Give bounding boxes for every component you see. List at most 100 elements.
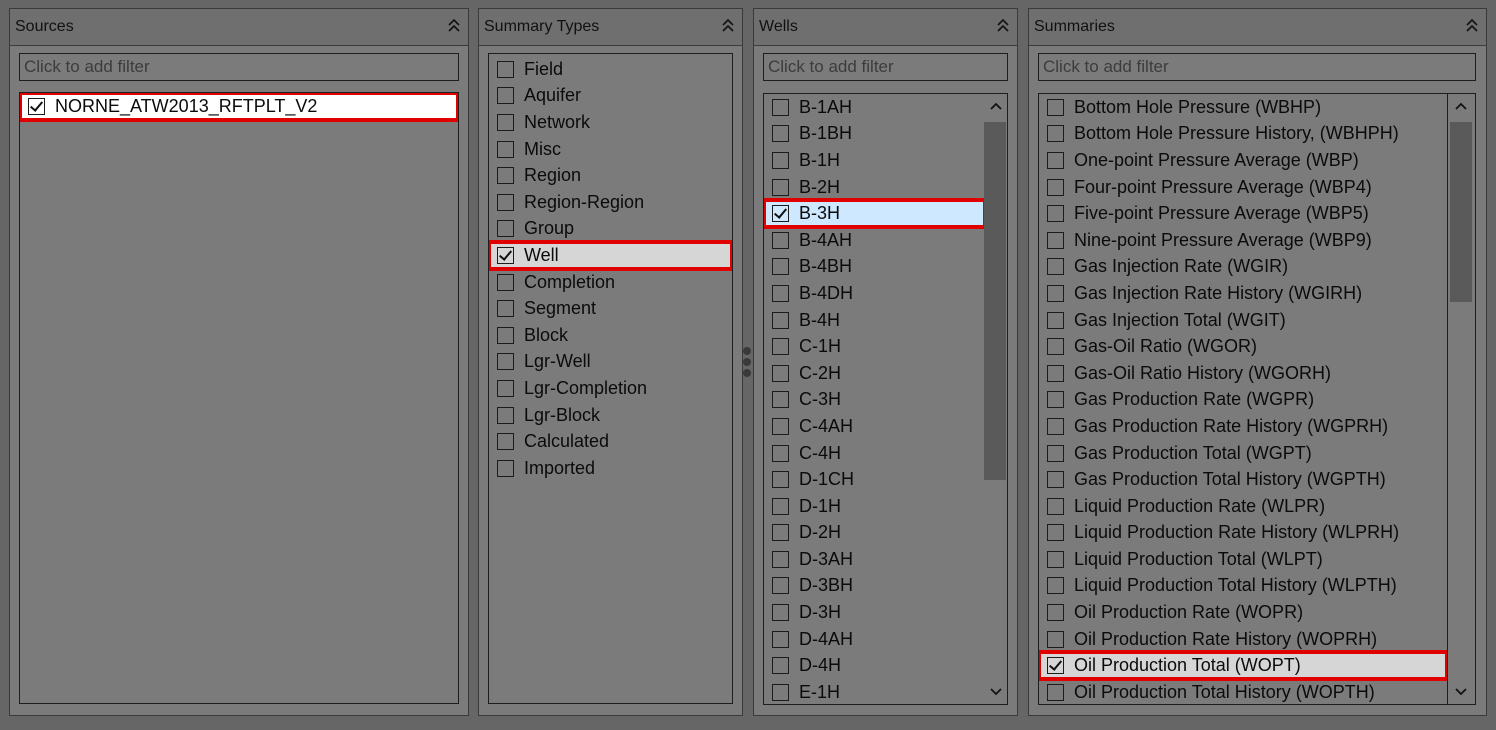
checkbox[interactable] [772,417,789,435]
checkbox[interactable] [772,258,789,276]
checkbox[interactable] [772,311,789,329]
well-item[interactable]: C-2H [764,360,985,387]
checkbox[interactable] [497,87,514,105]
summary-type-item[interactable]: Lgr-Block [489,402,732,429]
checkbox[interactable] [497,433,514,451]
checkbox[interactable] [1047,178,1064,196]
summary-type-item[interactable]: Imported [489,455,732,482]
summary-item[interactable]: Oil Production Rate History (WOPRH) [1039,626,1447,653]
summary-type-item[interactable]: Lgr-Completion [489,375,732,402]
summary-item[interactable]: Gas Injection Total (WGIT) [1039,307,1447,334]
collapse-up-icon[interactable] [720,17,736,35]
well-item[interactable]: C-4AH [764,413,985,440]
summaries-filter-input[interactable] [1038,53,1476,81]
summary-item[interactable]: Liquid Production Total (WLPT) [1039,546,1447,573]
checkbox[interactable] [1047,364,1064,382]
well-item[interactable]: B-4AH [764,227,985,254]
checkbox[interactable] [1047,577,1064,595]
summary-item[interactable]: Five-point Pressure Average (WBP5) [1039,200,1447,227]
checkbox[interactable] [772,364,789,382]
checkbox[interactable] [1047,311,1064,329]
checkbox[interactable] [1047,524,1064,542]
summary-item[interactable]: Bottom Hole Pressure (WBHP) [1039,94,1447,121]
checkbox[interactable] [1047,604,1064,622]
checkbox-checked[interactable] [28,97,45,115]
well-item[interactable]: D-3AH [764,546,985,573]
summary-type-item[interactable]: Network [489,109,732,136]
checkbox[interactable] [1047,338,1064,356]
summary-type-item[interactable]: Field [489,56,732,83]
summary-item[interactable]: Gas Production Rate History (WGPRH) [1039,413,1447,440]
wells-filter-input[interactable] [763,53,1008,81]
summary-item[interactable]: Gas Production Total (WGPT) [1039,440,1447,467]
checkbox[interactable] [497,326,514,344]
checkbox[interactable] [497,353,514,371]
summary-item[interactable]: Liquid Production Rate History (WLPRH) [1039,520,1447,547]
checkbox[interactable] [1047,550,1064,568]
collapse-up-icon[interactable] [995,17,1011,35]
well-item[interactable]: D-3H [764,599,985,626]
summaries-scrollbar[interactable] [1448,93,1476,705]
well-item[interactable]: B-1H [764,147,985,174]
checkbox[interactable] [497,406,514,424]
summary-type-item[interactable]: Block [489,322,732,349]
checkbox[interactable] [497,140,514,158]
well-item[interactable]: C-4H [764,440,985,467]
summary-item[interactable]: One-point Pressure Average (WBP) [1039,147,1447,174]
checkbox[interactable] [772,338,789,356]
checkbox[interactable] [497,60,514,78]
well-item[interactable]: E-1H [764,679,985,704]
checkbox[interactable] [772,231,789,249]
checkbox[interactable] [772,391,789,409]
well-item[interactable]: B-2H [764,174,985,201]
wells-scroll-thumb[interactable] [984,122,1006,480]
checkbox[interactable] [1047,391,1064,409]
checkbox[interactable] [772,178,789,196]
checkbox[interactable] [497,167,514,185]
summary-item[interactable]: Gas Injection Rate History (WGIRH) [1039,280,1447,307]
collapse-up-icon[interactable] [446,17,462,35]
checkbox[interactable] [1047,258,1064,276]
checkbox[interactable] [772,683,789,701]
well-item[interactable]: B-4H [764,307,985,334]
well-item[interactable]: B-3H [764,198,987,229]
summaries-scroll-thumb[interactable] [1450,122,1472,302]
well-item[interactable]: B-1AH [764,94,985,121]
checkbox[interactable] [1047,417,1064,435]
checkbox[interactable] [772,524,789,542]
checkbox[interactable] [497,193,514,211]
checkbox[interactable] [1047,205,1064,223]
summary-type-item[interactable]: Region-Region [489,189,732,216]
summary-type-item[interactable]: Lgr-Well [489,349,732,376]
summary-type-item[interactable]: Completion [489,269,732,296]
well-item[interactable]: C-1H [764,333,985,360]
scroll-down-icon[interactable] [985,680,1007,704]
well-item[interactable]: D-3BH [764,573,985,600]
checkbox[interactable] [497,113,514,131]
summary-item[interactable]: Gas Production Rate (WGPR) [1039,387,1447,414]
checkbox[interactable] [772,630,789,648]
scroll-up-icon[interactable] [1450,94,1472,118]
checkbox-checked[interactable] [772,205,789,223]
collapse-up-icon[interactable] [1464,17,1480,35]
checkbox[interactable] [1047,497,1064,515]
checkbox[interactable] [1047,98,1064,116]
checkbox[interactable] [1047,444,1064,462]
summary-item[interactable]: Bottom Hole Pressure History, (WBHPH) [1039,121,1447,148]
checkbox[interactable] [772,577,789,595]
panel-splitter-handle[interactable] [742,345,752,385]
summary-item[interactable]: Gas-Oil Ratio History (WGORH) [1039,360,1447,387]
summary-item[interactable]: Liquid Production Total History (WLPTH) [1039,573,1447,600]
summary-item[interactable]: Oil Production Total (WOPT) [1039,650,1447,682]
summary-item[interactable]: Four-point Pressure Average (WBP4) [1039,174,1447,201]
checkbox[interactable] [772,125,789,143]
checkbox[interactable] [497,300,514,318]
well-item[interactable]: B-4DH [764,280,985,307]
checkbox[interactable] [1047,471,1064,489]
scroll-up-icon[interactable] [985,94,1007,118]
summary-item[interactable]: Nine-point Pressure Average (WBP9) [1039,227,1447,254]
well-item[interactable]: D-4AH [764,626,985,653]
summary-item[interactable]: Oil Production Total History (WOPTH) [1039,679,1447,704]
well-item[interactable]: D-2H [764,520,985,547]
checkbox-checked[interactable] [497,246,514,264]
